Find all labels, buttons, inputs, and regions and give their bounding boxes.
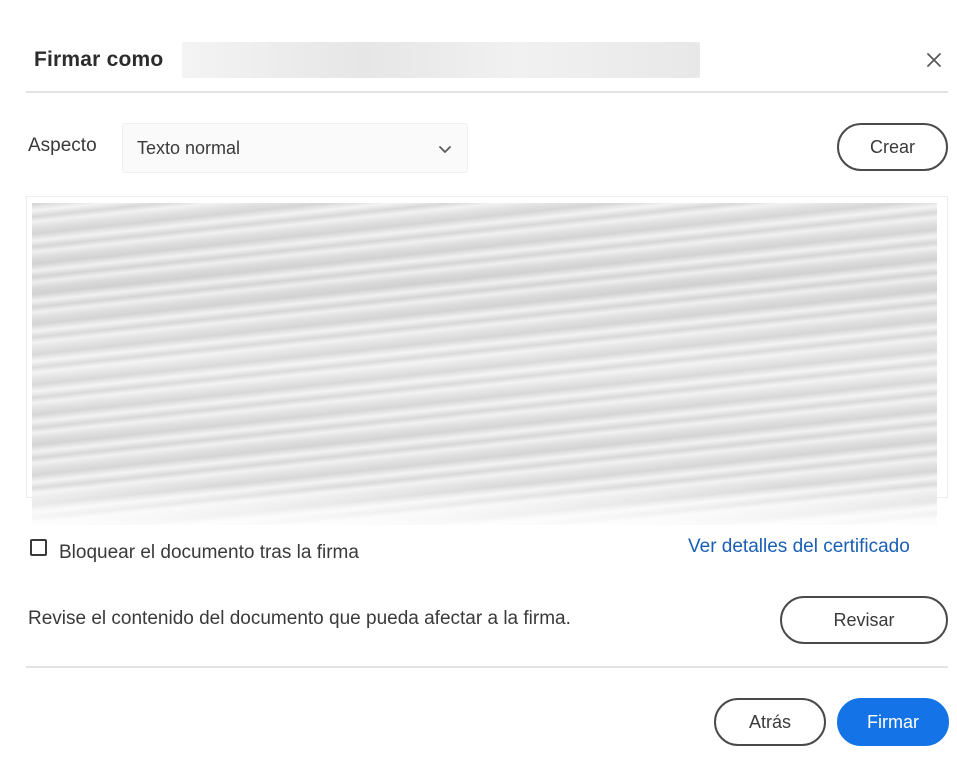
signature-preview-redacted xyxy=(32,203,937,525)
appearance-selected-value: Texto normal xyxy=(137,138,241,158)
dialog-title: Firmar como xyxy=(34,48,164,71)
lock-document-label: Bloquear el documento tras la firma xyxy=(59,542,359,563)
header-divider xyxy=(26,91,948,93)
review-notice: Revise el contenido del documento que pu… xyxy=(28,608,571,629)
sign-button[interactable]: Firmar xyxy=(837,698,949,746)
create-button[interactable]: Crear xyxy=(837,123,948,171)
appearance-label: Aspecto xyxy=(28,135,97,156)
appearance-select[interactable]: Texto normal xyxy=(122,123,468,173)
footer-divider xyxy=(26,666,948,668)
view-certificate-link[interactable]: Ver detalles del certificado xyxy=(688,536,910,558)
close-icon xyxy=(927,53,941,67)
sign-dialog: Firmar como Aspecto Texto normal Crear B… xyxy=(0,0,957,771)
review-button[interactable]: Revisar xyxy=(780,596,948,644)
chevron-down-icon xyxy=(439,146,451,153)
lock-document-option[interactable]: Bloquear el documento tras la firma xyxy=(30,536,359,563)
close-button[interactable] xyxy=(918,44,950,76)
signer-name-redacted xyxy=(182,42,700,78)
lock-document-checkbox[interactable] xyxy=(30,538,47,556)
back-button[interactable]: Atrás xyxy=(714,698,826,746)
